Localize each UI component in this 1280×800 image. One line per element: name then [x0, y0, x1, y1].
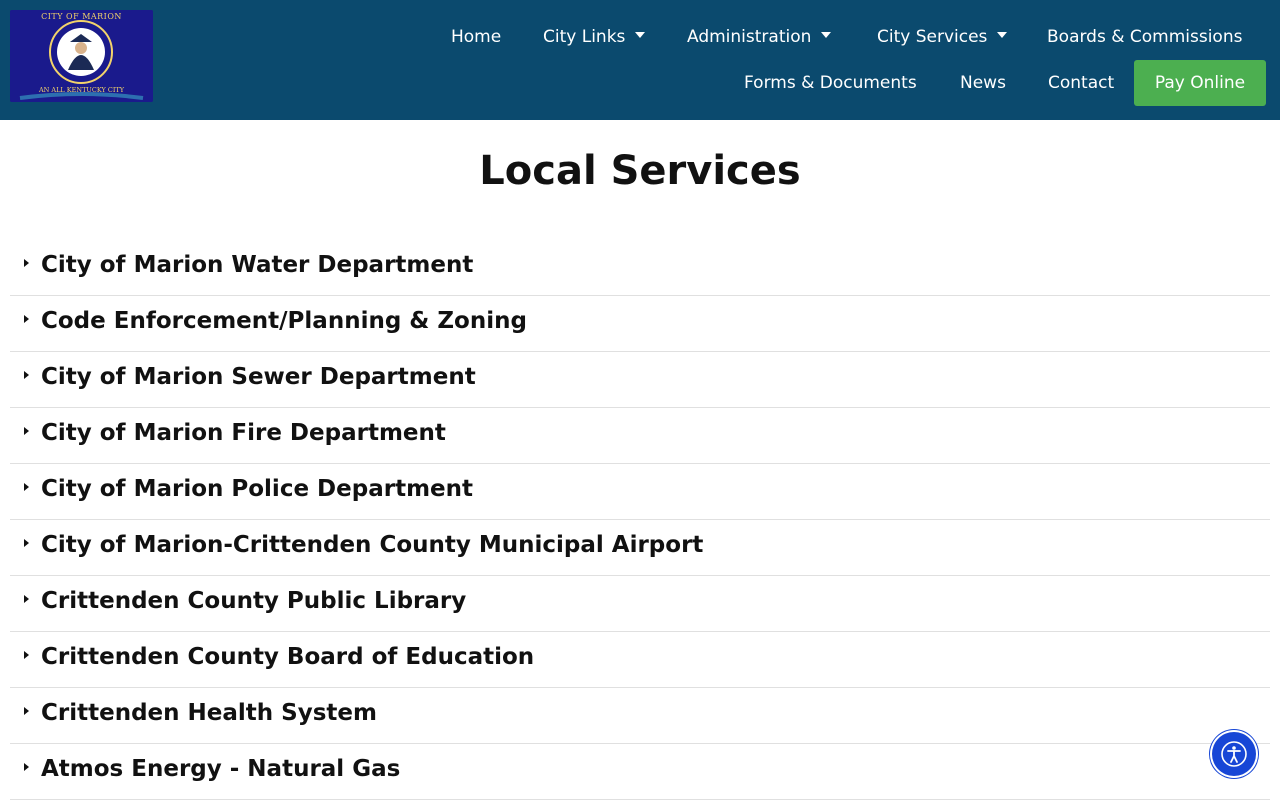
chevron-down-icon — [635, 32, 646, 38]
nav-forms-documents[interactable]: Forms & Documents — [744, 68, 917, 98]
accessibility-icon — [1221, 741, 1247, 767]
accordion-item-label: City of Marion-Crittenden County Municip… — [41, 532, 704, 558]
chevron-down-icon — [821, 32, 832, 38]
nav-city-services[interactable]: City Services — [877, 22, 1008, 52]
accordion-item-police[interactable]: City of Marion Police Department — [10, 464, 1270, 520]
pay-online-button[interactable]: Pay Online — [1134, 60, 1266, 106]
nav-administration-label: Administration — [687, 27, 812, 47]
accordion-item-library[interactable]: Crittenden County Public Library — [10, 576, 1270, 632]
nav-forms-label: Forms & Documents — [744, 73, 917, 93]
caret-right-icon — [24, 483, 29, 491]
page-title: Local Services — [479, 148, 801, 194]
nav-news[interactable]: News — [960, 68, 1006, 98]
accessibility-button[interactable] — [1212, 732, 1256, 776]
chevron-down-icon — [997, 32, 1008, 38]
accordion-item-label: Crittenden County Board of Education — [41, 644, 535, 670]
nav-contact[interactable]: Contact — [1048, 68, 1114, 98]
logo-bottom-text: AN ALL KENTUCKY CITY — [38, 86, 125, 94]
nav-boards-commissions[interactable]: Boards & Commissions — [1047, 22, 1242, 52]
accordion-item-label: City of Marion Fire Department — [41, 420, 446, 446]
caret-right-icon — [24, 371, 29, 379]
accordion-item-sewer[interactable]: City of Marion Sewer Department — [10, 352, 1270, 408]
accordion-item-label: City of Marion Police Department — [41, 476, 474, 502]
caret-right-icon — [24, 259, 29, 267]
nav-boards-label: Boards & Commissions — [1047, 27, 1243, 47]
services-accordion: City of Marion Water Department Code Enf… — [10, 240, 1270, 800]
accordion-item-airport[interactable]: City of Marion-Crittenden County Municip… — [10, 520, 1270, 576]
site-header: CITY OF MARION AN ALL KENTUCKY CITY Home… — [0, 0, 1280, 120]
caret-right-icon — [24, 427, 29, 435]
accordion-item-label: Atmos Energy - Natural Gas — [41, 756, 401, 782]
accordion-item-code-enforcement[interactable]: Code Enforcement/Planning & Zoning — [10, 296, 1270, 352]
nav-administration[interactable]: Administration — [687, 22, 832, 52]
nav-home[interactable]: Home — [451, 22, 501, 52]
accordion-item-atmos-energy[interactable]: Atmos Energy - Natural Gas — [10, 744, 1270, 800]
nav-city-links[interactable]: City Links — [543, 22, 646, 52]
caret-right-icon — [24, 763, 29, 771]
caret-right-icon — [24, 315, 29, 323]
accordion-item-label: City of Marion Sewer Department — [41, 364, 476, 390]
accordion-item-label: Crittenden Health System — [41, 700, 377, 726]
accordion-item-health-system[interactable]: Crittenden Health System — [10, 688, 1270, 744]
accordion-item-board-of-education[interactable]: Crittenden County Board of Education — [10, 632, 1270, 688]
nav-home-label: Home — [451, 27, 502, 47]
caret-right-icon — [24, 707, 29, 715]
logo-top-text: CITY OF MARION — [41, 12, 122, 21]
nav-news-label: News — [960, 73, 1006, 93]
city-logo[interactable]: CITY OF MARION AN ALL KENTUCKY CITY — [10, 10, 153, 102]
accordion-item-fire[interactable]: City of Marion Fire Department — [10, 408, 1270, 464]
accordion-item-label: City of Marion Water Department — [41, 252, 474, 278]
caret-right-icon — [24, 539, 29, 547]
accordion-item-label: Crittenden County Public Library — [41, 588, 467, 614]
nav-city-services-label: City Services — [877, 27, 988, 47]
caret-right-icon — [24, 651, 29, 659]
nav-city-links-label: City Links — [543, 27, 626, 47]
caret-right-icon — [24, 595, 29, 603]
accordion-item-label: Code Enforcement/Planning & Zoning — [41, 308, 527, 334]
nav-contact-label: Contact — [1048, 73, 1115, 93]
accordion-item-water[interactable]: City of Marion Water Department — [10, 240, 1270, 296]
